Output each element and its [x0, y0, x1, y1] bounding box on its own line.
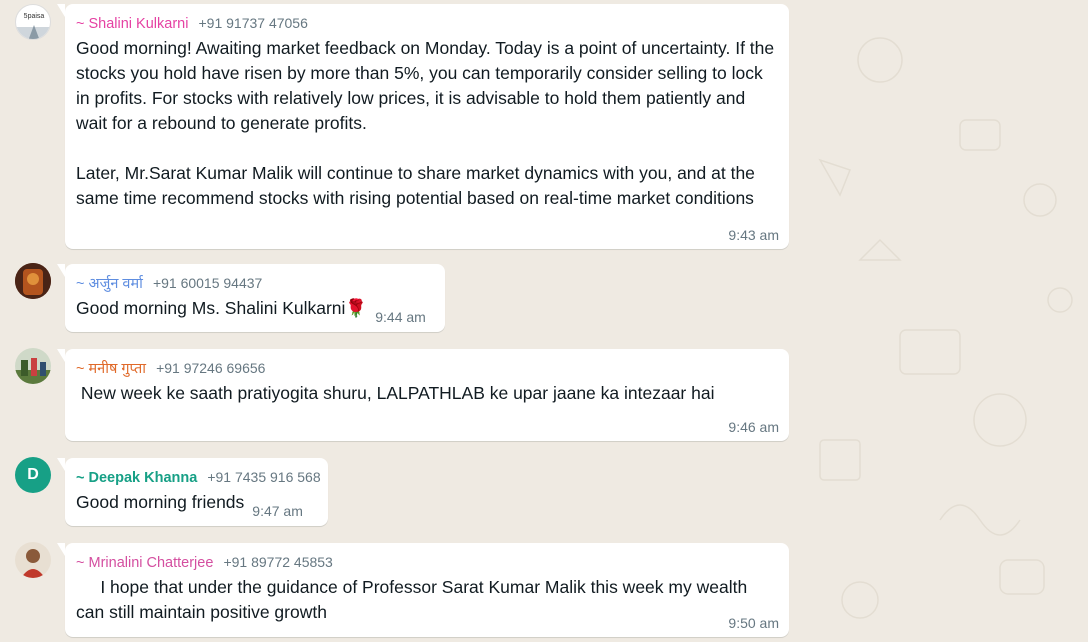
- avatar-letter: D: [27, 466, 39, 483]
- avatar-deepak[interactable]: D: [15, 457, 51, 493]
- sender-line: ~ Shalini Kulkarni +91 91737 47056: [76, 13, 778, 34]
- sender-phone: +91 89772 45853: [223, 554, 333, 570]
- avatar-manish[interactable]: [15, 348, 51, 384]
- sender-name[interactable]: ~ अर्जुन वर्मा: [76, 276, 143, 292]
- message-text: New week ke saath pratiyogita shuru, LAL…: [76, 383, 715, 403]
- bubble-tail: [57, 4, 65, 17]
- message-text: Good morning Ms. Shalini Kulkarni🌹: [76, 298, 368, 318]
- avatar-mrinalini[interactable]: [15, 542, 51, 578]
- sender-line: ~ मनीष गुप्ता +91 97246 69656: [76, 358, 778, 379]
- message-bubble[interactable]: ~ मनीष गुप्ता +91 97246 69656 New week k…: [57, 349, 789, 441]
- message-text: Good morning friends: [76, 492, 245, 512]
- bubble-tail: [57, 458, 65, 471]
- message-bubble[interactable]: ~ Deepak Khanna +91 7435 916 568 Good mo…: [57, 458, 328, 526]
- bubble-tail: [57, 264, 65, 277]
- message-time: 9:44 am: [375, 309, 426, 325]
- message-text-line: Good morning friends 9:47 am: [76, 490, 317, 519]
- avatar-photo-icon: [15, 263, 51, 299]
- message-bubble[interactable]: ~ Shalini Kulkarni +91 91737 47056 Good …: [57, 4, 789, 249]
- message-text-line: Good morning Ms. Shalini Kulkarni🌹 9:44 a…: [76, 296, 434, 325]
- sender-name[interactable]: ~ Mrinalini Chatterjee: [76, 555, 213, 571]
- sender-line: ~ Mrinalini Chatterjee +91 89772 45853: [76, 552, 778, 573]
- sender-phone: +91 97246 69656: [156, 360, 266, 376]
- sender-phone: +91 60015 94437: [152, 275, 263, 291]
- sender-name[interactable]: ~ मनीष गुप्ता: [76, 361, 146, 377]
- svg-text:5paisa: 5paisa: [24, 13, 45, 20]
- sender-phone: +91 7435 916 568: [207, 469, 321, 485]
- bubble-tail: [57, 349, 65, 362]
- avatar-photo-icon: [15, 348, 51, 384]
- sender-line: ~ Deepak Khanna +91 7435 916 568: [76, 467, 321, 488]
- sender-line: ~ अर्जुन वर्मा +91 60015 94437: [76, 273, 434, 294]
- message-bubble[interactable]: ~ अर्जुन वर्मा +91 60015 94437 Good morn…: [57, 264, 445, 332]
- sender-name[interactable]: ~ Deepak Khanna: [76, 470, 197, 486]
- avatar-photo-icon: [15, 542, 51, 578]
- bubble-tail: [57, 543, 65, 556]
- message-text: I hope that under the guidance of Profes…: [76, 577, 753, 622]
- avatar-shalini[interactable]: 5paisa: [15, 4, 51, 40]
- message-bubble[interactable]: ~ Mrinalini Chatterjee +91 89772 45853 I…: [57, 543, 789, 637]
- sender-name[interactable]: ~ Shalini Kulkarni: [76, 16, 188, 32]
- message-time: 9:43 am: [728, 227, 779, 243]
- message-text: Good morning! Awaiting market feedback o…: [76, 38, 775, 208]
- avatar-arjun[interactable]: [15, 263, 51, 299]
- message-time: 9:47 am: [252, 503, 303, 519]
- sender-phone: +91 91737 47056: [198, 15, 308, 31]
- message-time: 9:46 am: [728, 419, 779, 435]
- message-time: 9:50 am: [728, 615, 779, 631]
